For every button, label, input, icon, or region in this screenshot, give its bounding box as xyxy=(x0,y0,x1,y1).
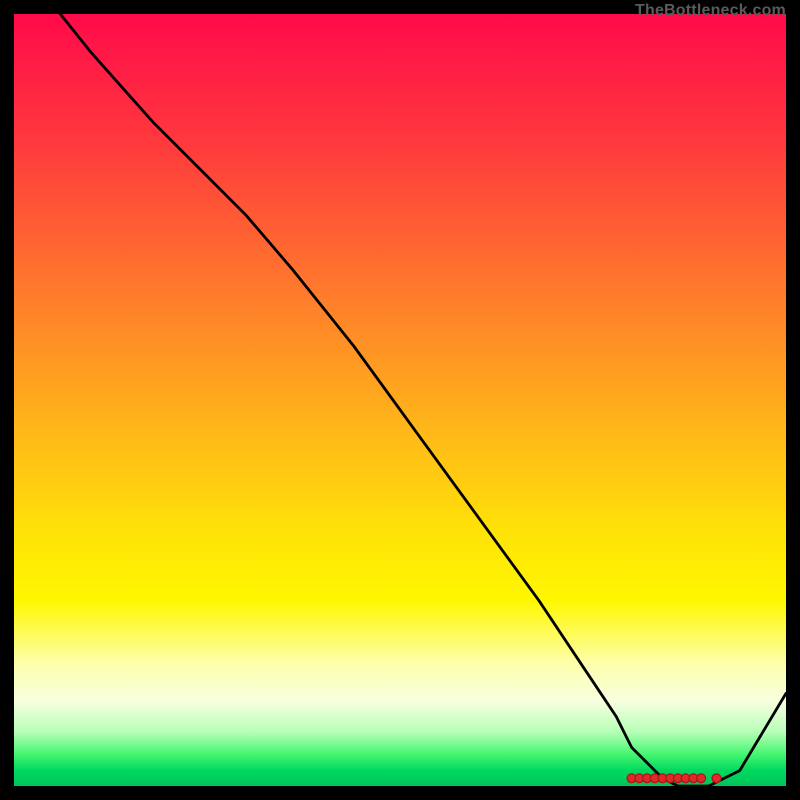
marker-group xyxy=(627,774,721,783)
plot-area xyxy=(14,14,786,786)
marker-point xyxy=(712,774,721,783)
series-line xyxy=(60,14,786,786)
attribution-text: TheBottleneck.com xyxy=(635,2,786,20)
marker-point xyxy=(697,774,706,783)
chart-svg xyxy=(14,14,786,786)
